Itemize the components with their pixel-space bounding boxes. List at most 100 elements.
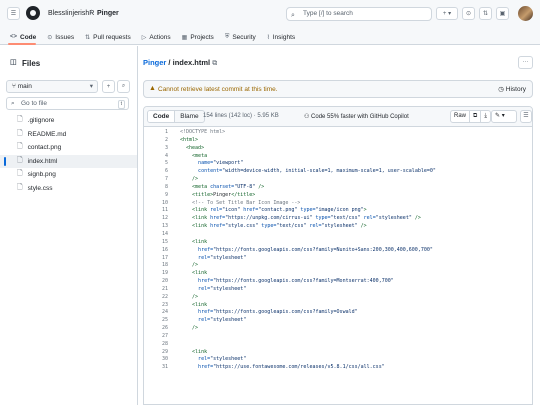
tab-security[interactable]: ⛨ Security <box>220 31 261 43</box>
tab-label: Insights <box>272 33 296 41</box>
line-number[interactable]: 22 <box>144 294 174 302</box>
file-item[interactable]: 🗋 contact.png <box>0 141 137 155</box>
line-number[interactable]: 3 <box>144 145 174 153</box>
issues-icon[interactable]: ⊙ <box>462 7 475 20</box>
line-number[interactable]: 30 <box>144 356 174 364</box>
repo-tabs: <> Code ⊙ Issues ⇅ Pull requests ▷ Actions ▦ Proj… <box>5 31 300 45</box>
line-number[interactable]: 1 <box>144 129 174 137</box>
line-number[interactable]: 10 <box>144 200 174 208</box>
search-files-button[interactable]: ⌕ <box>117 80 130 93</box>
history-button[interactable]: ◷ History <box>498 85 526 93</box>
code-viewer: Code Blame 154 lines (142 loc) · 5.95 KB … <box>143 106 533 405</box>
line-number[interactable]: 23 <box>144 302 174 310</box>
code-line: 9 <title>Pinger</title> <box>144 192 532 200</box>
edit-button[interactable]: ✎ ▾ <box>491 110 517 123</box>
line-number[interactable]: 9 <box>144 192 174 200</box>
line-number[interactable]: 21 <box>144 286 174 294</box>
line-number[interactable]: 19 <box>144 270 174 278</box>
github-logo-icon[interactable] <box>26 6 40 20</box>
code-token: type= <box>312 215 331 222</box>
file-name: .gitignore <box>27 117 55 125</box>
tab-icon: ▷ <box>141 34 147 41</box>
code-line: 24 href="https://fonts.googleapis.com/cs… <box>144 309 532 317</box>
menu-icon[interactable]: ☰ <box>7 7 20 20</box>
line-number[interactable]: 12 <box>144 215 174 223</box>
repo-owner-link[interactable]: BlessIinjerishR <box>48 10 94 17</box>
copy-raw-icon[interactable]: ⧉ <box>470 111 482 122</box>
file-item[interactable]: 🗋 README.md <box>0 128 137 142</box>
code-tab-button[interactable]: Code <box>148 111 176 122</box>
raw-button[interactable]: Raw <box>451 111 471 122</box>
file-item[interactable]: 🗋 signb.png <box>0 168 137 182</box>
line-number[interactable]: 27 <box>144 333 174 341</box>
copy-path-icon[interactable]: ⧉ <box>212 60 217 67</box>
inbox-icon[interactable]: ▣ <box>496 7 509 20</box>
line-number[interactable]: 18 <box>144 262 174 270</box>
collapse-panel-icon[interactable]: ◫ <box>10 58 17 66</box>
line-number[interactable]: 24 <box>144 309 174 317</box>
line-text: <title>Pinger</title> <box>174 192 255 200</box>
code-token: href= <box>180 246 214 253</box>
tab-pull-requests[interactable]: ⇅ Pull requests <box>80 31 136 43</box>
more-options-button[interactable]: ··· <box>518 56 533 69</box>
line-number[interactable]: 7 <box>144 176 174 184</box>
line-number[interactable]: 6 <box>144 168 174 176</box>
tab-code[interactable]: <> Code <box>5 31 41 43</box>
pull-requests-icon[interactable]: ⇅ <box>479 7 492 20</box>
code-token: "icon" <box>222 207 241 214</box>
tab-projects[interactable]: ▦ Projects <box>177 31 219 43</box>
line-text: <link <box>174 349 207 357</box>
line-number[interactable]: 29 <box>144 349 174 357</box>
line-number[interactable]: 28 <box>144 341 174 349</box>
symbols-panel-button[interactable]: ☰ <box>520 110 532 123</box>
line-text: <link <box>174 270 207 278</box>
code-token: rel= <box>360 215 376 222</box>
tab-insights[interactable]: ⌇ Insights <box>262 31 300 43</box>
line-number[interactable]: 11 <box>144 207 174 215</box>
line-number[interactable]: 13 <box>144 223 174 231</box>
file-item[interactable]: 🗋 style.css <box>0 182 137 196</box>
repo-name-link[interactable]: Pinger <box>97 10 119 17</box>
line-number[interactable]: 16 <box>144 247 174 255</box>
line-number[interactable]: 26 <box>144 325 174 333</box>
go-to-file-input[interactable]: ⌕ Go to file t <box>6 97 129 110</box>
download-icon[interactable]: ⤓ <box>481 111 490 122</box>
code-token: "contact.png" <box>258 207 298 214</box>
files-heading: ◫ Files <box>10 58 41 68</box>
line-number[interactable]: 14 <box>144 231 174 239</box>
code-toolbar: Code Blame 154 lines (142 loc) · 5.95 KB … <box>144 107 532 127</box>
file-name: signb.png <box>27 171 56 179</box>
tab-actions[interactable]: ▷ Actions <box>137 31 176 43</box>
tab-issues[interactable]: ⊙ Issues <box>42 31 79 43</box>
code-token: /> <box>411 215 421 222</box>
line-text: <!-- To Set Title Bar Icon Image --> <box>174 200 300 208</box>
code-line: 23 <link <box>144 302 532 310</box>
code-token: "stylesheet" <box>210 317 247 324</box>
add-file-button[interactable]: + <box>102 80 115 93</box>
avatar[interactable] <box>518 6 533 21</box>
search-input[interactable]: ⌕ Type [/] to search <box>286 7 432 21</box>
file-icon: 🗋 <box>17 183 23 191</box>
tab-icon: ⊙ <box>47 34 53 41</box>
line-number[interactable]: 5 <box>144 160 174 168</box>
line-number[interactable]: 8 <box>144 184 174 192</box>
line-number[interactable]: 4 <box>144 153 174 161</box>
code-token: name= <box>180 160 214 167</box>
line-number[interactable]: 31 <box>144 364 174 372</box>
tab-icon: ⛨ <box>224 33 230 40</box>
blame-tab-button[interactable]: Blame <box>175 111 203 122</box>
line-number[interactable]: 17 <box>144 255 174 263</box>
line-number[interactable]: 20 <box>144 278 174 286</box>
breadcrumb-repo-link[interactable]: Pinger <box>143 58 166 67</box>
line-text: rel="stylesheet" <box>174 317 246 325</box>
line-number[interactable]: 2 <box>144 137 174 145</box>
file-item[interactable]: 🗋 index.html <box>0 154 137 168</box>
file-item[interactable]: 🗋 .gitignore <box>0 114 137 128</box>
tab-label: Actions <box>149 33 171 41</box>
line-number[interactable]: 25 <box>144 317 174 325</box>
create-new-button[interactable]: + ▾ <box>436 7 458 20</box>
copilot-link[interactable]: ⚇ Code 55% faster with GitHub Copilot <box>304 113 409 120</box>
line-number[interactable]: 15 <box>144 239 174 247</box>
branch-selector[interactable]: ⑂ main ▾ <box>6 80 98 93</box>
code-token: "https://fonts.googleapis.com/css?family… <box>213 246 433 253</box>
